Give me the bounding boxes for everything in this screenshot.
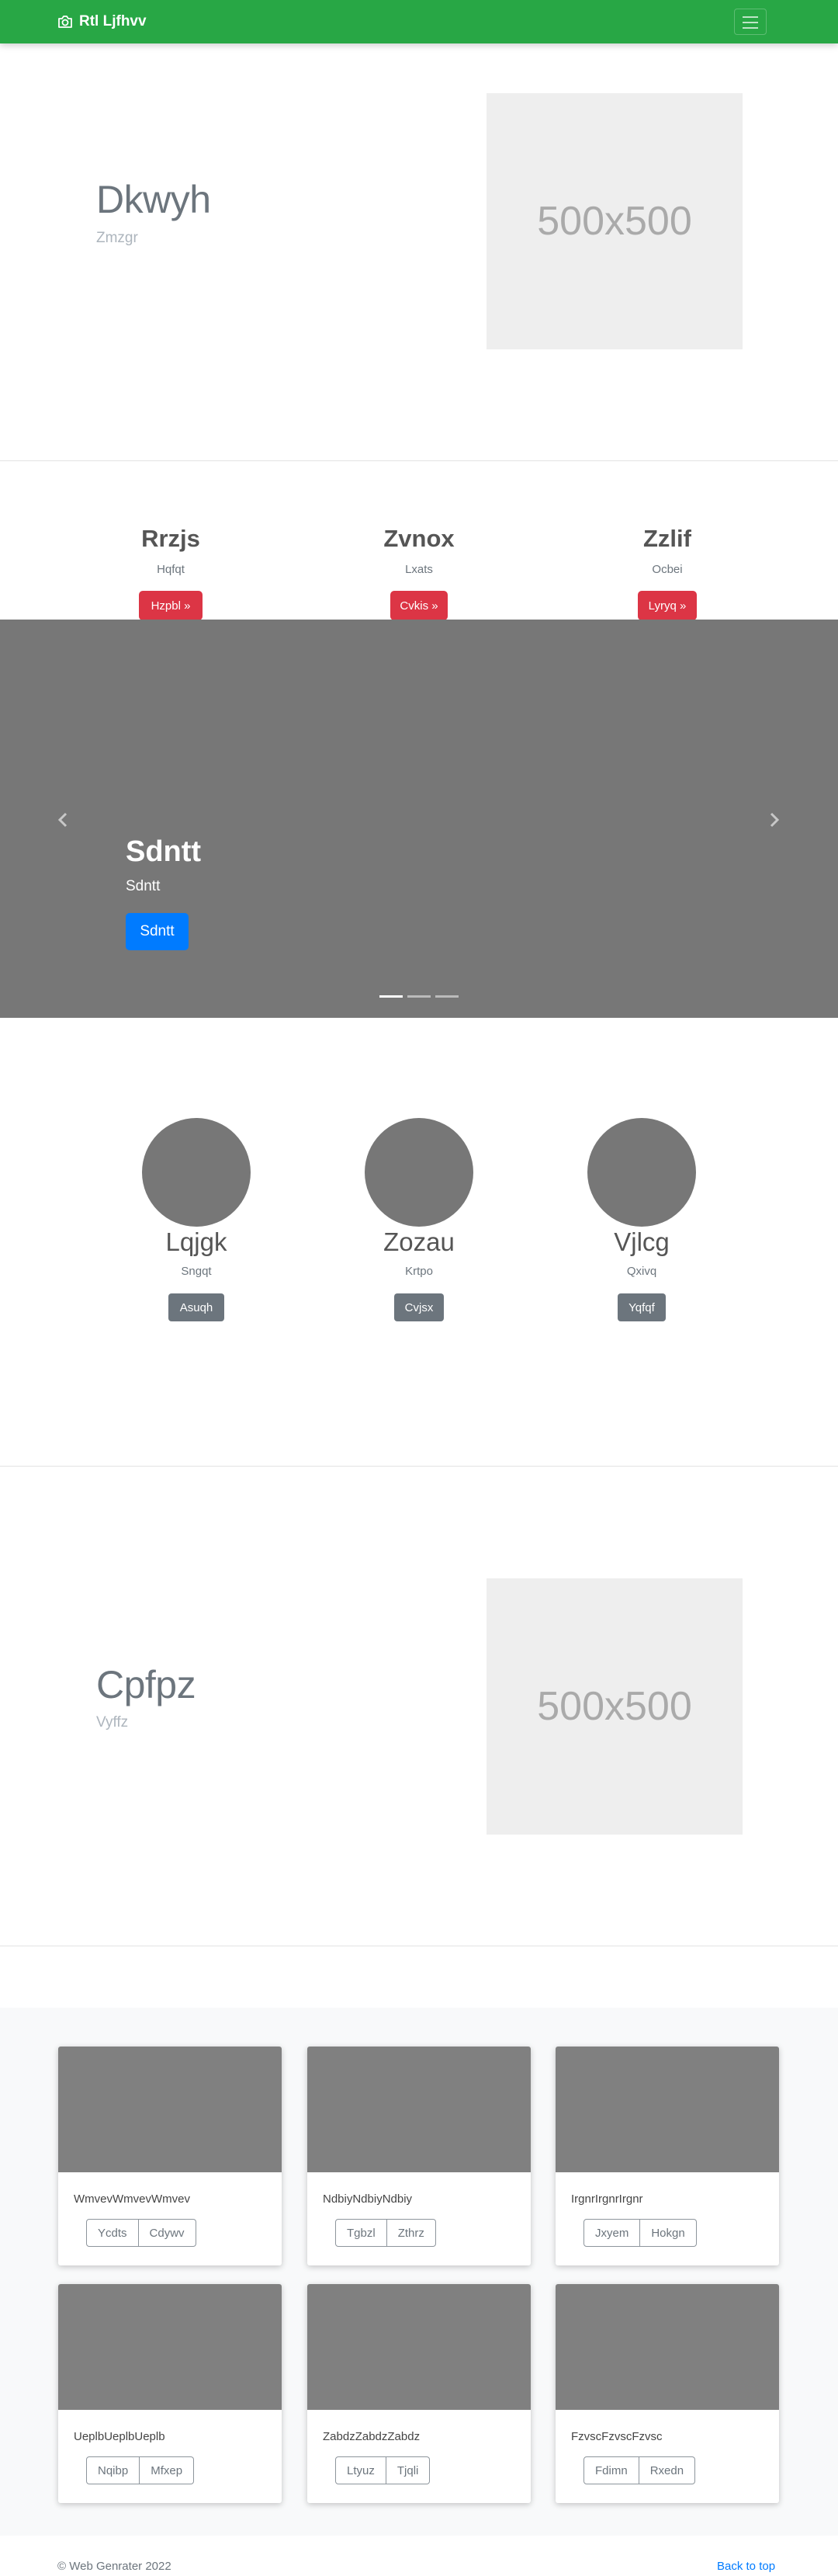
card-text: UeplbUeplbUeplb [74, 2430, 165, 2443]
brand-link[interactable]: Rtl Ljfhvv [57, 12, 147, 31]
carousel-caption-heading: Sdntt [126, 835, 202, 868]
camera-icon [58, 16, 72, 28]
chevron-left-icon [57, 812, 68, 828]
card-view-button[interactable]: Nqibp [86, 2456, 140, 2484]
card-edit-button[interactable]: Rxedn [639, 2456, 696, 2484]
card-button-group: Fdimn Rxedn [583, 2456, 696, 2484]
placeholder-label: 500x500 [537, 199, 692, 244]
card-button-group: Ycdts Cdywv [86, 2219, 196, 2247]
column-button[interactable]: Cvkis » [391, 592, 447, 620]
card-text: WmvevWmvevWmvev [74, 2192, 190, 2206]
placeholder-image: 500x500 [487, 1578, 743, 1835]
card-button-group: Nqibp Mfxep [86, 2456, 195, 2484]
placeholder-label: 500x500 [537, 1684, 692, 1729]
circle-button[interactable]: Cvjsx [394, 1293, 444, 1321]
carousel-indicator[interactable] [379, 995, 403, 998]
card-image [556, 2284, 779, 2410]
chevron-right-icon [770, 812, 780, 828]
back-to-top-link[interactable]: Back to top [717, 2560, 775, 2573]
circle-heading: Lqjgk [165, 1227, 227, 1256]
divider [0, 460, 838, 461]
card-edit-button[interactable]: Cdywv [138, 2219, 196, 2247]
album-card: UeplbUeplbUeplb Nqibp Mfxep [58, 2284, 282, 2503]
carousel: Sdntt Sdntt Sdntt [0, 620, 838, 1018]
card-image [307, 2284, 531, 2410]
card-view-button[interactable]: Ycdts [86, 2219, 139, 2247]
carousel-indicator[interactable] [407, 995, 431, 998]
album-card: FzvscFzvscFzvsc Fdimn Rxedn [556, 2284, 779, 2503]
card-image [556, 2047, 779, 2172]
card-edit-button[interactable]: Hokgn [640, 2219, 697, 2247]
album-card: ZabdzZabdzZabdz Ltyuz Tjqli [307, 2284, 531, 2503]
carousel-next-button[interactable] [763, 808, 786, 831]
column-text: Hqfqt [157, 563, 185, 576]
carousel-indicators [377, 995, 461, 998]
carousel-caption-text: Sdntt [126, 878, 161, 894]
column-text: Ocbei [652, 563, 683, 576]
card-image [307, 2047, 531, 2172]
circle-text: Qxivq [626, 1265, 657, 1278]
card-text: IrgnrIrgnrIrgnr [571, 2192, 643, 2206]
card-button-group: Jxyem Hokgn [583, 2219, 697, 2247]
circle-text: Sngqt [181, 1265, 212, 1278]
divider [0, 1466, 838, 1467]
card-view-button[interactable]: Jxyem [583, 2219, 641, 2247]
album-card: IrgnrIrgnrIrgnr Jxyem Hokgn [556, 2047, 779, 2265]
card-edit-button[interactable]: Tjqli [386, 2456, 431, 2484]
column-text: Lxats [405, 563, 433, 576]
column-heading: Zzlif [643, 525, 691, 552]
card-edit-button[interactable]: Mfxep [140, 2456, 195, 2484]
navbar: Rtl Ljfhvv [0, 0, 838, 43]
carousel-caption-button[interactable]: Sdntt [126, 913, 189, 950]
column-heading: Zvnox [383, 525, 455, 552]
album-card: NdbiyNdbiyNdbiy Tgbzl Zthrz [307, 2047, 531, 2265]
placeholder-image: 500x500 [487, 93, 743, 349]
card-text: FzvscFzvscFzvsc [571, 2430, 663, 2443]
card-image [58, 2047, 282, 2172]
featurette-subtitle: Zmzgr [96, 230, 138, 246]
circle-button[interactable]: Yqfqf [618, 1293, 666, 1321]
card-view-button[interactable]: Ltyuz [335, 2456, 386, 2484]
card-view-button[interactable]: Tgbzl [335, 2219, 387, 2247]
card-text: NdbiyNdbiyNdbiy [323, 2192, 413, 2206]
card-button-group: Ltyuz Tjqli [335, 2456, 431, 2484]
featurette-heading: Dkwyh [96, 178, 211, 221]
circle-button[interactable]: Asuqh [168, 1293, 224, 1321]
circle-text: Krtpo [405, 1265, 433, 1278]
column-button[interactable]: Hzpbl » [140, 592, 202, 620]
featurette-subtitle: Vyffz [96, 1714, 129, 1731]
card-image [58, 2284, 282, 2410]
footer-copyright: © Web Genrater 2022 [57, 2560, 171, 2573]
card-view-button[interactable]: Fdimn [583, 2456, 639, 2484]
circle-image [142, 1118, 251, 1227]
navbar-toggle-button[interactable] [734, 9, 767, 35]
card-text: ZabdzZabdzZabdz [323, 2430, 421, 2443]
circle-heading: Vjlcg [614, 1227, 670, 1256]
card-edit-button[interactable]: Zthrz [386, 2219, 436, 2247]
column-button[interactable]: Lyryq » [639, 592, 696, 620]
circle-heading: Zozau [383, 1227, 455, 1256]
circle-image [365, 1118, 473, 1227]
album-card: WmvevWmvevWmvev Ycdts Cdywv [58, 2047, 282, 2265]
carousel-indicator[interactable] [435, 995, 459, 998]
brand-label: Rtl Ljfhvv [79, 13, 147, 30]
card-button-group: Tgbzl Zthrz [335, 2219, 436, 2247]
circle-image [587, 1118, 696, 1227]
featurette-heading: Cpfpz [96, 1663, 196, 1706]
column-heading: Rrzjs [141, 525, 200, 552]
carousel-prev-button[interactable] [51, 808, 74, 831]
